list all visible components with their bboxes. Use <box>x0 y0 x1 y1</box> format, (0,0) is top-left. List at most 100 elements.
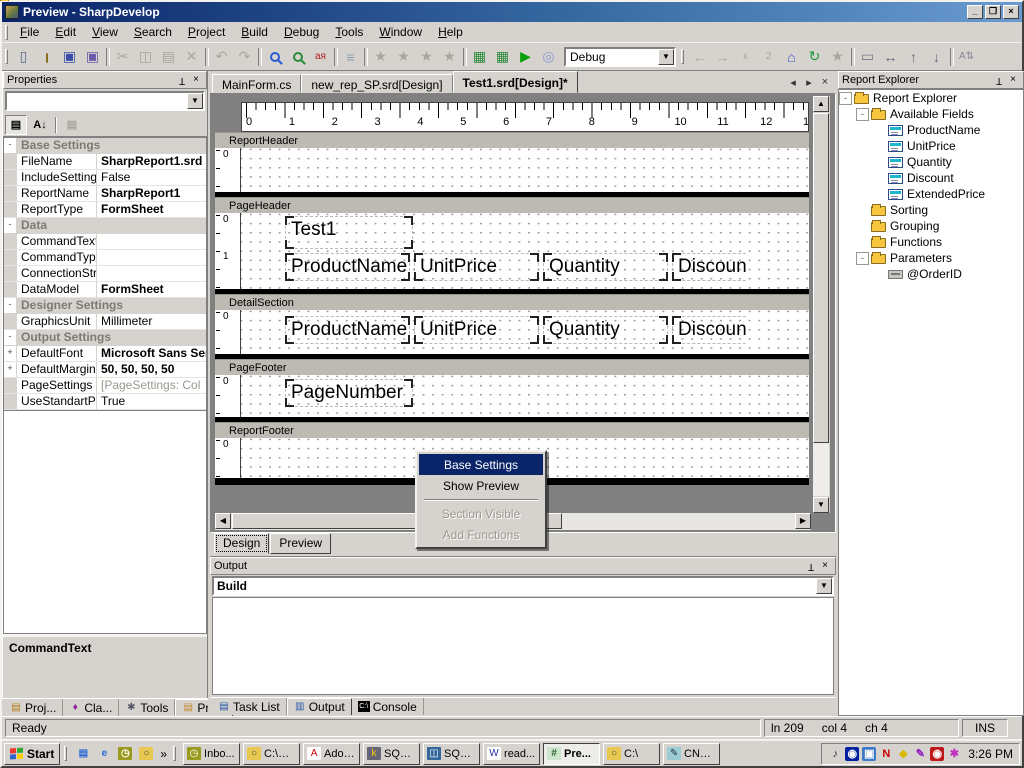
tree-node[interactable]: ProductName <box>839 122 1023 138</box>
expand-icon[interactable] <box>4 314 17 329</box>
section-content[interactable]: ProductName UnitPrice Quantity Discount <box>241 310 809 354</box>
report-item-field[interactable]: UnitPrice <box>414 316 539 344</box>
ctx-add-functions[interactable]: Add Functions <box>419 524 543 545</box>
tree-node[interactable]: - Available Fields <box>839 106 1023 122</box>
tree-node[interactable]: Functions <box>839 234 1023 250</box>
toolbar-button[interactable] <box>948 46 955 68</box>
expand-icon[interactable] <box>4 266 17 281</box>
tab-console[interactable]: C:\ Console <box>352 698 424 715</box>
property-value[interactable]: 50, 50, 50, 50 <box>97 362 206 377</box>
property-row[interactable]: IncludeSettings False <box>4 170 206 186</box>
output-content[interactable] <box>212 597 834 695</box>
report-item-field[interactable]: ProductName <box>285 316 410 344</box>
task-preview-sharpdevelop[interactable]: # Pre... <box>543 743 600 765</box>
replace-button[interactable]: aя <box>309 46 332 68</box>
home-button[interactable]: ⌂ <box>780 46 803 68</box>
close-file-button[interactable]: x <box>734 46 757 68</box>
property-row[interactable]: GraphicsUnit Millimeter <box>4 314 206 330</box>
pin-icon[interactable]: T <box>992 74 1006 87</box>
expand-icon[interactable] <box>4 154 17 169</box>
accessibility-icon[interactable]: ✱ <box>947 747 961 761</box>
expand-icon[interactable] <box>856 236 869 249</box>
toolbar-button[interactable] <box>332 46 339 68</box>
expand-icon[interactable] <box>873 188 886 201</box>
volume-icon[interactable]: ♪ <box>828 747 842 761</box>
tab-preview[interactable]: Preview <box>270 533 331 554</box>
ctx-base-settings[interactable]: Base Settings <box>419 454 543 475</box>
property-value[interactable] <box>97 250 206 265</box>
toggle-width-button[interactable]: ↔ <box>879 46 902 68</box>
stop-button[interactable]: ◎ <box>537 46 560 68</box>
new-file-button[interactable]: ▯ <box>12 46 35 68</box>
expand-icon[interactable]: + <box>4 346 17 361</box>
tab-projects[interactable]: ▤ Proj... <box>4 699 63 716</box>
report-item-field[interactable]: Discount <box>672 316 746 344</box>
pin-icon[interactable]: T <box>175 74 189 87</box>
start-button[interactable]: Start <box>4 743 60 765</box>
report-item-pagenumber[interactable]: PageNumber <box>285 379 413 407</box>
report-item-title[interactable]: Test1 <box>285 216 413 249</box>
bookmark-clear-button[interactable]: ★ <box>438 46 461 68</box>
pin-icon[interactable]: T <box>804 560 818 573</box>
context-menu-item[interactable] <box>419 496 543 503</box>
property-value[interactable]: False <box>97 170 206 185</box>
section-bar-reportfooter[interactable]: ReportFooter <box>215 422 809 438</box>
favorites-button[interactable]: ★ <box>826 46 849 68</box>
property-row[interactable]: FileName SharpReport1.srd <box>4 154 206 170</box>
task-search-cpr[interactable]: ○ C:\Pr... <box>243 743 300 765</box>
task-inbox[interactable]: ◷ Inbo... <box>183 743 240 765</box>
tab-task-list[interactable]: ▤ Task List <box>212 698 287 715</box>
property-row[interactable]: CommandText <box>4 234 206 250</box>
navigate-back-button[interactable]: ← <box>688 46 711 68</box>
copy-button[interactable]: ◫ <box>134 46 157 68</box>
show-whitespace-button[interactable]: ≡ <box>339 46 362 68</box>
tree-node[interactable]: ExtendedPrice <box>839 186 1023 202</box>
task-search-c[interactable]: ○ C:\ <box>603 743 660 765</box>
novell-icon[interactable]: ◆ <box>896 747 910 761</box>
toolbar-button[interactable] <box>203 46 210 68</box>
tab-new-rep-sp[interactable]: new_rep_SP.srd[Design] <box>301 74 452 93</box>
close-icon[interactable]: × <box>818 560 832 573</box>
expand-icon[interactable]: - <box>4 330 17 345</box>
object-selector-combo[interactable]: ▼ <box>5 91 205 111</box>
tab-design[interactable]: Design <box>214 533 269 554</box>
paste-button[interactable]: ▤ <box>157 46 180 68</box>
bookmark-prev-button[interactable]: ★ <box>392 46 415 68</box>
tab-output[interactable]: ▥ Output <box>287 698 352 715</box>
combo-dropdown-icon[interactable]: ▼ <box>816 578 832 594</box>
cut-button[interactable]: ✂ <box>111 46 134 68</box>
redo-button[interactable]: ↷ <box>233 46 256 68</box>
expand-icon[interactable] <box>856 204 869 217</box>
chevron-icon[interactable]: » <box>158 747 169 761</box>
menu-file[interactable]: File <box>12 23 47 41</box>
display-icon[interactable]: ▣ <box>862 747 876 761</box>
sort-selection-button[interactable]: A⇅ <box>955 46 978 68</box>
debug-configuration-combo[interactable]: Debug ▼ <box>564 47 676 67</box>
vertical-scrollbar[interactable]: ▲ ▼ <box>813 96 830 513</box>
netware-icon[interactable]: N <box>879 747 893 761</box>
menu-edit[interactable]: Edit <box>47 23 84 41</box>
expand-icon[interactable] <box>873 172 886 185</box>
section-bar-pageheader[interactable]: PageHeader <box>215 197 809 213</box>
find-button[interactable] <box>263 46 286 68</box>
show-desktop-icon[interactable]: ▤ <box>74 745 92 763</box>
expand-icon[interactable] <box>4 170 17 185</box>
minimize-button[interactable]: _ <box>967 5 983 19</box>
property-value[interactable]: [PageSettings: Col <box>97 378 206 393</box>
tree-node[interactable]: UnitPrice <box>839 138 1023 154</box>
property-value[interactable]: SharpReport1.srd <box>97 154 206 169</box>
tree-node[interactable]: - Report Explorer <box>839 90 1023 106</box>
expand-icon[interactable] <box>4 282 17 297</box>
tab-test1[interactable]: Test1.srd[Design]* <box>453 71 578 93</box>
expand-icon[interactable] <box>4 234 17 249</box>
task-sql-2[interactable]: ◫ SQL ... <box>423 743 480 765</box>
ctx-section-visible[interactable]: Section Visible <box>419 503 543 524</box>
property-row[interactable]: - Designer Settings <box>4 298 206 314</box>
property-row[interactable]: ReportType FormSheet <box>4 202 206 218</box>
refresh-browser-button[interactable]: ↻ <box>803 46 826 68</box>
save-all-button[interactable]: ▣ <box>81 46 104 68</box>
tree-node[interactable]: Discount <box>839 170 1023 186</box>
expand-icon[interactable]: - <box>4 138 17 153</box>
report-item-field[interactable]: Quantity <box>543 253 668 281</box>
tab-scroll-right-icon[interactable]: ▸ <box>802 76 816 89</box>
